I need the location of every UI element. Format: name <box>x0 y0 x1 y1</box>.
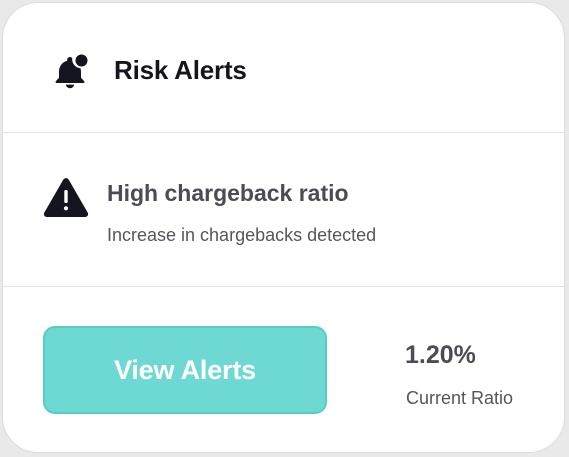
card-header: Risk Alerts <box>3 3 564 133</box>
warning-triangle-icon <box>43 177 89 217</box>
bell-alert-icon <box>51 51 91 91</box>
view-alerts-button-label: View Alerts <box>114 354 256 385</box>
current-ratio-label: Current Ratio <box>406 388 514 408</box>
risk-alerts-card: Risk Alerts High chargeback ratio Increa… <box>2 2 565 453</box>
card-footer: View Alerts 1.20% Current Ratio <box>3 287 564 452</box>
alert-item: High chargeback ratio Increase in charge… <box>3 133 564 287</box>
view-alerts-button[interactable]: View Alerts <box>43 326 327 414</box>
alert-description: Increase in chargebacks detected <box>107 225 377 245</box>
card-title: Risk Alerts <box>114 55 247 85</box>
current-ratio-value: 1.20% <box>405 341 476 369</box>
alert-title: High chargeback ratio <box>107 180 349 206</box>
